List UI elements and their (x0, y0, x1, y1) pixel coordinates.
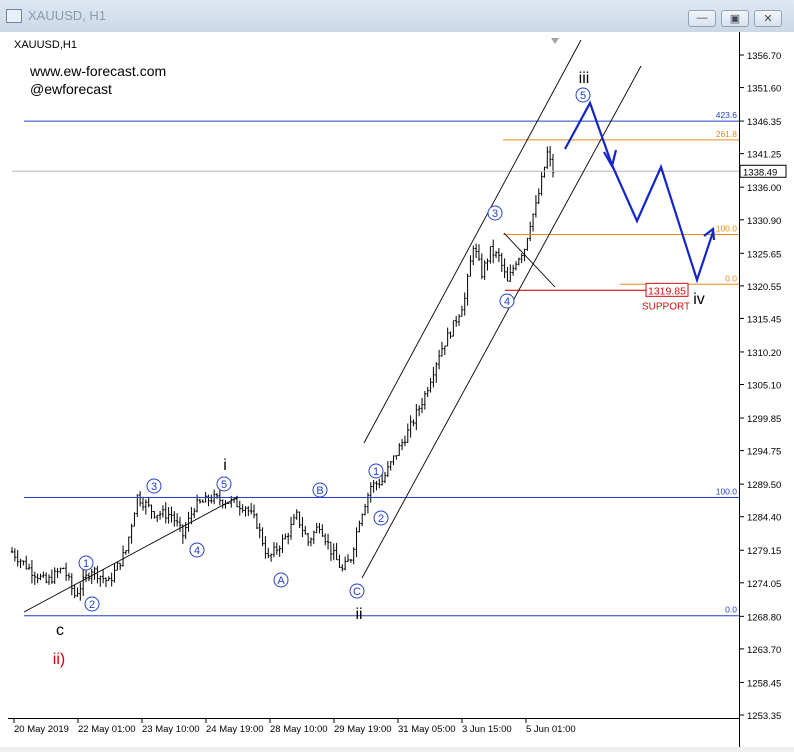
x-tick-label: 22 May 01:00 (78, 724, 136, 735)
wave-label: 1 (373, 466, 379, 478)
fib-level-label: 423.6 (716, 110, 738, 120)
wave-label: A (277, 575, 285, 587)
x-tick-label: 20 May 2019 (14, 724, 69, 735)
maximize-button[interactable]: ▣ (721, 10, 749, 27)
y-tick-label: 1274.05 (747, 579, 781, 590)
support-value: 1319.85 (648, 285, 686, 297)
y-tick-label: 1294.75 (747, 447, 781, 458)
watermark-site: www.ew-forecast.com (29, 63, 166, 79)
wave-degree-label: c (56, 622, 64, 639)
minimize-button[interactable]: — (688, 10, 716, 27)
wave-degree-label: iii (579, 70, 590, 87)
restore-icon: ▣ (729, 13, 741, 25)
y-tick-label: 1346.35 (747, 117, 781, 128)
wave-degree-label: ii (355, 606, 362, 623)
chart-area[interactable]: 423.6 261.8 100.0 0.0 100.0 0.0 1319.85 SUPPORT… (0, 32, 794, 747)
y-tick-label: 1351.60 (747, 84, 781, 95)
wave-degree-label: iv (693, 291, 705, 308)
x-tick-label: 28 May 10:00 (270, 724, 328, 735)
price-chart[interactable]: 423.6 261.8 100.0 0.0 100.0 0.0 1319.85 SUPPORT… (0, 32, 794, 747)
minimize-icon: — (696, 12, 708, 24)
y-tick-label: 1325.65 (747, 249, 781, 260)
x-tick-label: 31 May 05:00 (398, 724, 456, 735)
y-tick-label: 1356.70 (747, 51, 781, 62)
y-tick-label: 1268.80 (747, 612, 781, 623)
wave-label: 1 (83, 558, 89, 570)
y-tick-label: 1284.40 (747, 513, 781, 524)
close-icon: ✕ (763, 13, 773, 25)
support-label: SUPPORT (642, 301, 690, 312)
y-tick-label: 1279.15 (747, 546, 781, 557)
fib-level-label: 100.0 (716, 223, 738, 233)
wave-degree-label: i (223, 457, 227, 474)
window-title: XAUUSD, H1 (28, 8, 107, 23)
y-tick-label: 1299.85 (747, 414, 781, 425)
x-tick-label: 5 Jun 01:00 (526, 724, 576, 735)
x-tick-label: 24 May 19:00 (206, 724, 264, 735)
x-tick-label: 3 Jun 15:00 (462, 724, 512, 735)
fib-level-label: 0.0 (725, 273, 737, 283)
y-tick-label: 1320.55 (747, 282, 781, 293)
fib-level-label: 261.8 (716, 129, 738, 139)
wave-label: C (353, 586, 361, 598)
y-tick-label: 1289.50 (747, 480, 781, 491)
wave-label: 3 (492, 208, 498, 220)
y-tick-label: 1310.20 (747, 348, 781, 359)
wave-label: 3 (151, 481, 157, 493)
current-price-label: 1338.49 (743, 167, 777, 178)
y-tick-label: 1341.25 (747, 150, 781, 161)
fib-level-label: 0.0 (725, 605, 737, 615)
watermark-handle: @ewforecast (30, 81, 112, 97)
wave-label: 5 (221, 479, 227, 491)
wave-label: 4 (504, 296, 510, 308)
chart-background (0, 32, 794, 747)
chart-window-icon (6, 9, 22, 23)
wave-label: B (316, 485, 323, 497)
y-tick-label: 1336.00 (747, 183, 781, 194)
y-tick-label: 1330.90 (747, 216, 781, 227)
chart-window: XAUUSD, H1 — ▣ ✕ 423.6 261.8 100.0 0.0 100.0… (0, 0, 794, 747)
window-titlebar[interactable]: XAUUSD, H1 — ▣ ✕ (0, 0, 794, 33)
y-tick-label: 1305.10 (747, 381, 781, 392)
y-tick-label: 1253.35 (747, 711, 781, 722)
y-tick-label: 1258.45 (747, 678, 781, 689)
wave-degree-label: ii) (53, 651, 65, 668)
wave-label: 4 (194, 545, 200, 557)
close-button[interactable]: ✕ (754, 10, 782, 27)
wave-label: 5 (580, 90, 586, 102)
x-tick-label: 29 May 19:00 (334, 724, 392, 735)
y-tick-label: 1315.45 (747, 314, 781, 325)
y-tick-label: 1263.70 (747, 645, 781, 656)
fib-level-label: 100.0 (716, 487, 738, 497)
wave-label: 2 (378, 513, 384, 525)
wave-label: 2 (89, 599, 95, 611)
symbol-label: XAUUSD,H1 (14, 39, 77, 51)
x-tick-label: 23 May 10:00 (142, 724, 200, 735)
